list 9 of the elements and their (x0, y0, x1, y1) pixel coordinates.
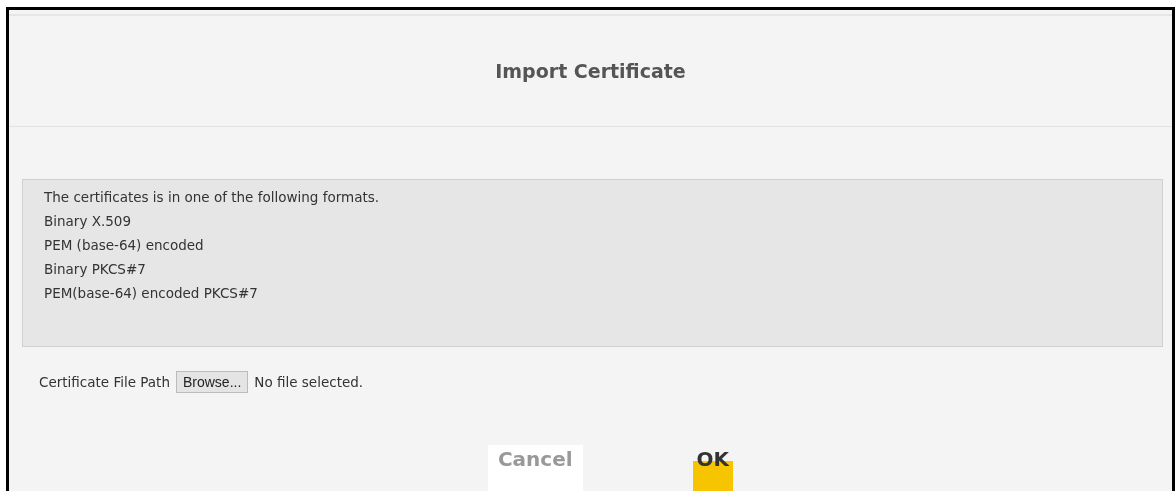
dialog-title: Import Certificate (495, 59, 686, 82)
info-text: PEM(base-64) encoded PKCS#7 (44, 283, 258, 302)
info-text: Binary PKCS#7 (44, 259, 146, 278)
info-text: PEM (base-64) encoded (44, 235, 204, 254)
browse-button[interactable]: Browse... (175, 371, 249, 393)
field-label: Certificate File Path (39, 374, 170, 390)
file-status: No file selected. (254, 374, 364, 390)
info-text: The certificates is in one of the following formats. (44, 187, 380, 206)
info-text: Binary X.509 (44, 211, 131, 230)
